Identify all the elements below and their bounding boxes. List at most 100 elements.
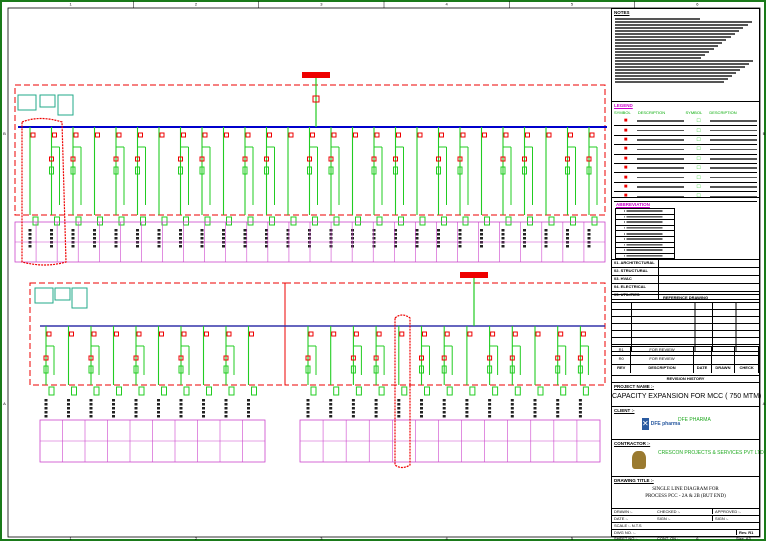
breaker-icon xyxy=(417,132,423,138)
feeder xyxy=(555,326,567,418)
feeder xyxy=(509,326,521,418)
feeder-label-text xyxy=(458,233,462,236)
feeder-label-text xyxy=(157,233,161,236)
feeder-label-text xyxy=(351,399,355,402)
legend-description xyxy=(637,139,684,141)
feeder-label-text xyxy=(202,399,205,402)
motor-box xyxy=(269,216,275,226)
feeder-label-text xyxy=(488,403,492,406)
feeder xyxy=(264,127,275,248)
feeder-label-text xyxy=(202,411,205,414)
breaker-icon xyxy=(202,132,208,138)
feeder-label-text xyxy=(488,415,492,418)
feeder xyxy=(202,326,212,418)
rev-label: Rev. R1 xyxy=(736,530,753,535)
feeder-label-text xyxy=(351,415,355,418)
feeder-label-text xyxy=(243,245,247,248)
feeder-label-text xyxy=(50,237,53,240)
feeder xyxy=(242,127,254,248)
drawn-label: DRAWN :- xyxy=(614,509,633,514)
feeder xyxy=(133,326,145,418)
feeder-label-text xyxy=(200,229,204,232)
feeder-label-text xyxy=(501,229,505,232)
breaker-icon xyxy=(226,331,232,337)
footer-row-4: DWG NO. :- Rev. R1 xyxy=(612,529,759,536)
feeder-label-text xyxy=(465,407,469,410)
breaker-icon xyxy=(535,331,541,337)
feeder-label-text xyxy=(480,229,483,232)
zone-marker: B xyxy=(3,131,6,136)
feeder xyxy=(441,326,453,418)
feeder-label-text xyxy=(442,407,446,410)
breaker-icon xyxy=(224,132,229,138)
client-logo: ✕ DFE pharma xyxy=(642,417,680,431)
legend-col: SYMBOL xyxy=(614,110,631,115)
feeder-label-text xyxy=(136,233,139,236)
feeder-label-text xyxy=(222,245,225,248)
reference-row xyxy=(612,317,759,324)
feeder xyxy=(487,326,499,418)
legend-symbol-icon: ■ xyxy=(623,146,628,153)
feeder xyxy=(328,127,340,248)
feeder-label-text xyxy=(89,399,93,402)
feeder-label-text xyxy=(44,415,48,418)
feeder xyxy=(178,326,190,418)
breaker-icon xyxy=(444,331,450,337)
note-line xyxy=(615,75,733,77)
note-line xyxy=(615,57,701,59)
motor-box xyxy=(401,386,408,396)
motor-box xyxy=(462,216,469,226)
feeder-label-text xyxy=(351,233,354,236)
sign-label-2: SIGN :- xyxy=(712,516,728,521)
feeder-label-text xyxy=(480,245,483,248)
feeder-label-text xyxy=(222,237,225,240)
feeder-label-text xyxy=(157,403,160,406)
feeder xyxy=(49,127,60,248)
feeder-label-text xyxy=(200,237,204,240)
notes-heading: NOTES xyxy=(614,10,630,15)
breaker-icon xyxy=(288,132,294,138)
reference-row xyxy=(612,331,759,338)
feeder xyxy=(419,326,430,418)
revision-cloud-bottom xyxy=(394,314,411,469)
feeder-label-text xyxy=(397,407,401,410)
feeder-label-text xyxy=(112,411,115,414)
feeder-label-text xyxy=(179,245,182,248)
breaker-icon xyxy=(558,331,564,337)
legend-col: SYMBOL xyxy=(685,110,703,115)
feeder xyxy=(286,127,297,248)
motor-box xyxy=(537,386,544,396)
approved-label: APPROVED :- xyxy=(712,509,741,514)
feeder-label-text xyxy=(265,245,268,248)
feeder xyxy=(500,127,512,248)
breaker-icon xyxy=(422,331,427,337)
legend-description xyxy=(637,158,684,160)
discipline-label: 03. HVAC xyxy=(612,276,660,283)
breaker-icon xyxy=(69,331,74,337)
feeder xyxy=(457,127,469,248)
feeder-label-text xyxy=(243,233,247,236)
feeder-label-text xyxy=(556,411,560,414)
feeder-label-text xyxy=(28,237,32,240)
zone-marker: 1 xyxy=(70,2,73,7)
feeder-label-text xyxy=(224,399,228,402)
legend-symbol-icon: □ xyxy=(696,146,701,153)
feeder xyxy=(565,127,576,248)
contractor-section: CONTRACTOR :- CRESCON PROJECTS & SERVICE… xyxy=(612,439,764,476)
motor-box xyxy=(48,386,55,396)
feeder-label-text xyxy=(67,399,70,402)
motor-box xyxy=(97,216,103,226)
zone-marker: 2 xyxy=(195,2,198,7)
feeder-label-text xyxy=(415,233,419,236)
feeder xyxy=(135,127,146,248)
feeder-label-text xyxy=(397,399,401,402)
feeder-label-text xyxy=(200,245,204,248)
breaker-icon xyxy=(73,132,79,138)
legend-description xyxy=(637,129,684,132)
feeder-label-text xyxy=(420,411,423,414)
feeder-label-text xyxy=(157,399,160,402)
revision-header-date: DATE xyxy=(694,365,712,373)
feeder-label-text xyxy=(351,245,354,248)
feeder-label-text xyxy=(415,229,419,232)
feeder-label-text xyxy=(44,399,48,402)
